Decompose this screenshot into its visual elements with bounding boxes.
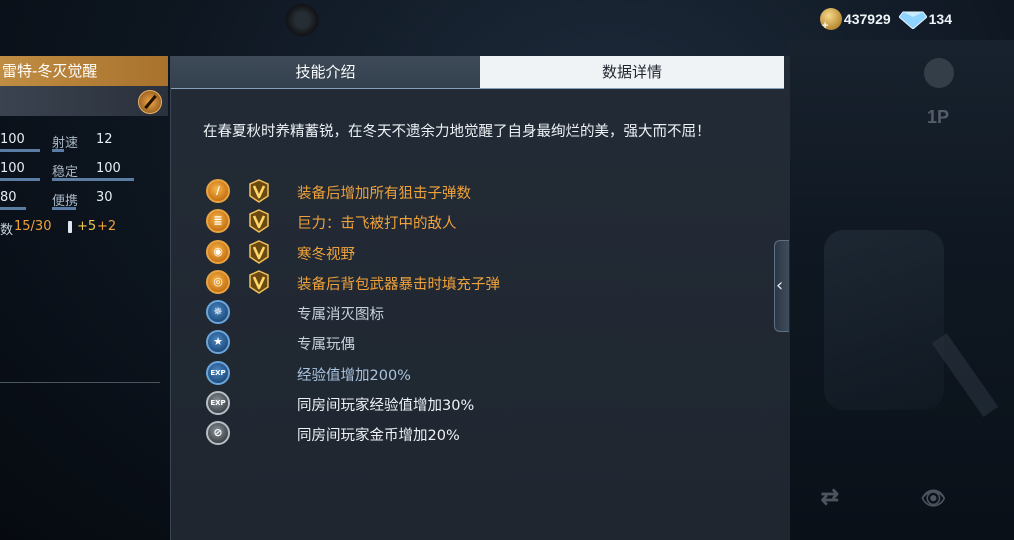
stat-value: 100 xyxy=(0,161,25,176)
magazine-value: 15/30 xyxy=(14,219,52,234)
chevron-left-icon: ‹ xyxy=(776,275,784,296)
sniper-rifle-icon: ∕ xyxy=(206,179,230,203)
eye-icon: ◉ xyxy=(206,239,230,264)
stat-value: 80 xyxy=(0,190,17,205)
hide-eye-icon[interactable]: 👁 xyxy=(921,486,946,511)
divider xyxy=(0,382,160,383)
stat-bar xyxy=(0,178,40,181)
skill-text: 巨力：击飞被打中的敌人 xyxy=(297,216,457,233)
background-scene xyxy=(789,40,1014,540)
settings-icon[interactable] xyxy=(924,58,954,88)
background-beam xyxy=(931,332,999,418)
room-exp-icon: EXP xyxy=(206,391,230,416)
stat-bar xyxy=(0,149,40,152)
weapon-info-panel: 雷特-冬灭觉醒 100 射速 12 100 稳定 100 80 便携 30 数 … xyxy=(0,56,168,540)
swap-icon[interactable]: ⇄ xyxy=(821,484,839,510)
stat-row: 100 射速 12 xyxy=(0,132,168,161)
magazine-bonus: +2 xyxy=(97,219,117,234)
stat-value: 12 xyxy=(96,132,113,147)
vip-v-badge-icon xyxy=(249,209,269,234)
weapon-name: 雷特-冬灭觉醒 xyxy=(0,56,168,86)
bullet-icon xyxy=(68,221,72,233)
weapon-description: 在春夏秋时养精蓄锐，在冬天不遗余力地觉醒了自身最绚烂的美，强大而不屈！ xyxy=(203,124,711,140)
skill-text: 同房间玩家经验值增加30% xyxy=(297,398,475,415)
tab-data-details[interactable]: 数据详情 xyxy=(480,56,784,89)
weapon-stats: 100 射速 12 100 稳定 100 80 便携 30 数 15/30 +5… xyxy=(0,116,168,245)
stat-bar xyxy=(52,149,64,152)
skill-text: 同房间玩家金币增加20% xyxy=(297,428,460,445)
gold-coin-icon[interactable] xyxy=(819,8,842,32)
vip-v-badge-icon xyxy=(249,239,269,264)
currency-bar: 437929 134 xyxy=(819,8,952,32)
tab-skill-intro[interactable]: 技能介绍 xyxy=(171,56,480,89)
exp-icon: EXP xyxy=(206,360,230,385)
magazine-bonus: +5 xyxy=(77,219,97,234)
skill-text: 寒冬视野 xyxy=(297,246,355,263)
skill-text: 专属玩偶 xyxy=(297,337,355,354)
skill-text: 装备后背包武器暴击时填充子弹 xyxy=(297,276,500,293)
skill-text: 专属消灭图标 xyxy=(297,307,384,324)
coin-amount: 437929 xyxy=(843,11,891,27)
collapse-panel-button[interactable]: ‹ xyxy=(774,240,789,332)
knockback-icon: ≣ xyxy=(206,209,230,234)
skill-text: 装备后增加所有狙击子弹数 xyxy=(297,186,471,202)
skill-panel: 技能介绍 数据详情 在春夏秋时养精蓄锐，在冬天不遗余力地觉醒了自身最绚烂的美，强… xyxy=(170,56,790,540)
room-coin-icon: ⊘ xyxy=(206,421,230,446)
vip-v-badge-icon xyxy=(249,179,269,203)
ammo-refill-icon: ◎ xyxy=(206,269,230,294)
view-mode-toggle[interactable]: 1P xyxy=(927,107,949,128)
skill-text: 经验值增加200% xyxy=(297,367,411,384)
background-lamp xyxy=(285,3,319,37)
stat-row: 100 稳定 100 xyxy=(0,161,168,190)
stat-row: 80 便携 30 xyxy=(0,190,168,219)
stat-value: 100 xyxy=(96,161,121,176)
kill-emblem-icon: ✵ xyxy=(206,300,230,325)
vip-v-badge-icon xyxy=(249,270,269,294)
stat-value: 30 xyxy=(96,190,113,205)
diamond-icon[interactable] xyxy=(897,9,928,30)
magazine-label: 数 xyxy=(0,223,14,238)
star-icon: ★ xyxy=(206,330,230,355)
stat-bar xyxy=(52,207,76,210)
stat-value: 100 xyxy=(0,132,25,147)
background-machine xyxy=(824,230,944,410)
stat-bar xyxy=(52,178,134,181)
tab-bar: 技能介绍 数据详情 xyxy=(171,56,790,89)
magazine-row: 数 15/30 +5 +2 xyxy=(0,219,168,245)
weapon-type-row xyxy=(0,86,168,116)
sniper-badge-icon xyxy=(138,90,162,114)
gem-amount: 134 xyxy=(928,11,952,27)
stat-bar xyxy=(0,207,26,210)
